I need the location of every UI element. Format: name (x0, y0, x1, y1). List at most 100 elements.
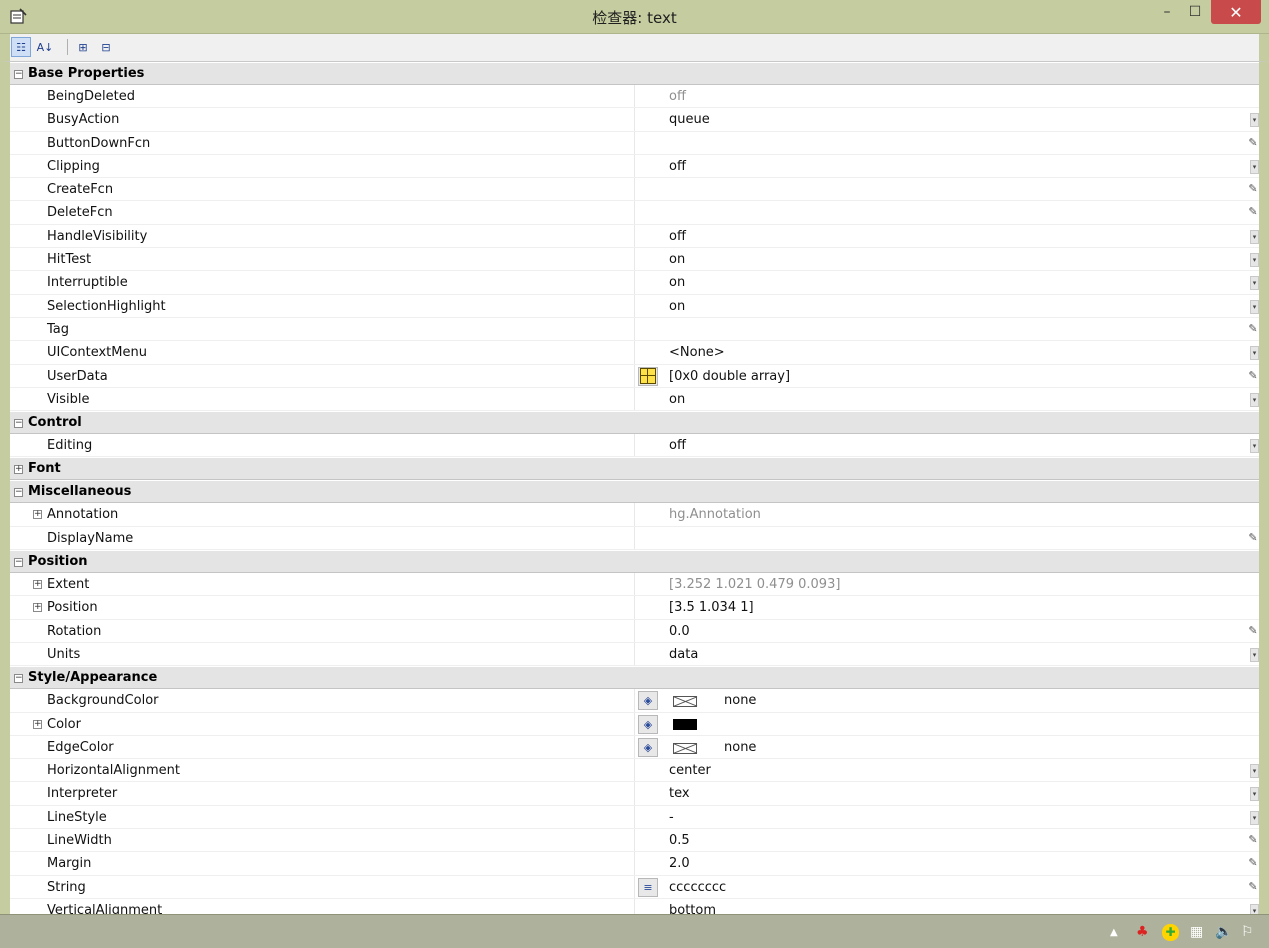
title-bar[interactable]: 检查器: text – ☐ ✕ (0, 0, 1269, 34)
property-value[interactable]: off (669, 155, 686, 178)
dropdown-arrow-icon[interactable]: ▾ (1250, 903, 1259, 914)
property-row[interactable]: DeleteFcn ✎ (10, 201, 1259, 225)
expand-icon[interactable]: + (33, 580, 42, 590)
pencil-icon[interactable]: ✎ (1247, 857, 1259, 871)
property-row[interactable]: Margin 2.0 ✎ (10, 852, 1259, 876)
property-row[interactable]: BeingDeleted off (10, 85, 1259, 109)
color-picker-button[interactable]: ◈ (638, 737, 658, 757)
collapse-icon[interactable]: − (14, 558, 23, 568)
dropdown-arrow-icon[interactable]: ▾ (1250, 113, 1259, 128)
categorized-view-button[interactable]: ☷ (11, 37, 31, 57)
category-header[interactable]: + Font (10, 457, 1259, 481)
property-row[interactable]: UIContextMenu <None> ▾ (10, 341, 1259, 365)
dropdown-arrow-icon[interactable]: ▾ (1250, 439, 1259, 454)
property-row[interactable]: BackgroundColor ◈ none (10, 689, 1259, 713)
property-value[interactable]: center (669, 759, 711, 782)
property-row[interactable]: Visible on ▾ (10, 387, 1259, 412)
dropdown-arrow-icon[interactable]: ▾ (1250, 764, 1259, 779)
property-row[interactable]: Interpreter tex ▾ (10, 782, 1259, 806)
property-value[interactable]: on (669, 388, 685, 411)
pencil-icon[interactable]: ✎ (1247, 834, 1259, 848)
property-row[interactable]: BusyAction queue ▾ (10, 108, 1259, 132)
property-row[interactable]: LineWidth 0.5 ✎ (10, 829, 1259, 853)
property-row[interactable]: EdgeColor ◈ none (10, 735, 1259, 760)
property-value[interactable]: none (724, 736, 756, 759)
dropdown-arrow-icon[interactable]: ▾ (1250, 392, 1259, 407)
property-value[interactable]: off (669, 225, 686, 248)
expand-all-button[interactable]: ⊞ (73, 37, 93, 57)
property-value[interactable]: none (724, 689, 756, 712)
property-row[interactable]: UserData [0x0 double array] ✎ (10, 364, 1259, 388)
property-row[interactable]: VerticalAlignment bottom ▾ (10, 898, 1259, 914)
dropdown-arrow-icon[interactable]: ▾ (1250, 253, 1259, 268)
property-value[interactable]: data (669, 643, 698, 666)
pencil-icon[interactable]: ✎ (1247, 322, 1259, 337)
dropdown-arrow-icon[interactable]: ▾ (1250, 299, 1259, 314)
property-value[interactable]: on (669, 248, 685, 271)
property-value[interactable]: queue (669, 108, 710, 131)
pencil-icon[interactable]: ✎ (1247, 624, 1259, 639)
property-value[interactable]: on (669, 295, 685, 318)
property-value[interactable]: 0.5 (669, 829, 690, 852)
property-value[interactable]: [3.5 1.034 1] (669, 596, 754, 619)
qq-icon[interactable]: ♣ (1136, 924, 1149, 940)
property-row[interactable]: Units data ▾ (10, 642, 1259, 667)
category-header[interactable]: − Control (10, 411, 1259, 435)
dropdown-arrow-icon[interactable]: ▾ (1250, 346, 1259, 361)
collapse-icon[interactable]: − (14, 488, 23, 498)
dropdown-arrow-icon[interactable]: ▾ (1250, 159, 1259, 174)
category-header[interactable]: − Base Properties (10, 62, 1259, 85)
expand-icon[interactable]: + (33, 719, 42, 729)
pencil-icon[interactable]: ✎ (1247, 136, 1259, 151)
close-button[interactable]: ✕ (1211, 0, 1261, 24)
pencil-icon[interactable]: ✎ (1247, 183, 1259, 197)
property-value[interactable]: [0x0 double array] (669, 365, 790, 388)
property-row[interactable]: Clipping off ▾ (10, 154, 1259, 179)
category-header[interactable]: − Miscellaneous (10, 480, 1259, 504)
property-row[interactable]: Interruptible on ▾ (10, 271, 1259, 295)
property-row[interactable]: HitTest on ▾ (10, 248, 1259, 272)
pencil-icon[interactable]: ✎ (1247, 206, 1259, 220)
property-value[interactable]: off (669, 434, 686, 457)
volume-icon[interactable]: 🔈 (1215, 924, 1232, 940)
collapse-icon[interactable]: − (14, 419, 23, 429)
pencil-icon[interactable]: ✎ (1247, 880, 1259, 895)
property-value[interactable]: tex (669, 782, 690, 805)
color-picker-button[interactable]: ◈ (638, 714, 658, 734)
pencil-icon[interactable]: ✎ (1247, 369, 1259, 384)
expand-icon[interactable]: + (33, 510, 42, 520)
expand-icon[interactable]: + (33, 603, 42, 613)
minimize-button[interactable]: – (1155, 0, 1179, 24)
property-row[interactable]: Tag ✎ (10, 317, 1259, 342)
expand-icon[interactable]: + (14, 465, 23, 475)
property-row[interactable]: + Position [3.5 1.034 1] (10, 596, 1259, 620)
property-value[interactable]: 0.0 (669, 620, 690, 643)
dropdown-arrow-icon[interactable]: ▾ (1250, 810, 1259, 825)
array-editor-button[interactable] (638, 366, 658, 386)
action-center-icon[interactable]: ⚐ (1241, 924, 1254, 940)
property-value[interactable]: cccccccc (669, 876, 726, 899)
pencil-icon[interactable]: ✎ (1247, 531, 1259, 546)
property-row[interactable]: String ≡ cccccccc ✎ (10, 875, 1259, 899)
alphabetical-sort-button[interactable]: A↓ (35, 37, 55, 57)
category-header[interactable]: − Position (10, 550, 1259, 574)
update-icon[interactable]: ✚ (1162, 924, 1179, 941)
show-hidden-icons-icon[interactable]: ▲ (1110, 927, 1118, 938)
property-row[interactable]: SelectionHighlight on ▾ (10, 294, 1259, 318)
property-row[interactable]: LineStyle - ▾ (10, 805, 1259, 830)
property-row[interactable]: + Extent [3.252 1.021 0.479 0.093] (10, 573, 1259, 597)
collapse-icon[interactable]: − (14, 70, 23, 79)
text-editor-button[interactable]: ≡ (638, 877, 658, 897)
dropdown-arrow-icon[interactable]: ▾ (1250, 647, 1259, 662)
category-header[interactable]: − Style/Appearance (10, 666, 1259, 690)
color-picker-button[interactable]: ◈ (638, 691, 658, 711)
property-row[interactable]: + Color ◈ (10, 712, 1259, 736)
property-row[interactable]: CreateFcn ✎ (10, 178, 1259, 202)
collapse-all-button[interactable]: ⊟ (96, 37, 116, 57)
property-row[interactable]: HorizontalAlignment center ▾ (10, 759, 1259, 783)
property-value[interactable]: on (669, 271, 685, 294)
property-value[interactable]: <None> (669, 341, 725, 364)
dropdown-arrow-icon[interactable]: ▾ (1250, 229, 1259, 244)
property-row[interactable]: DisplayName ✎ (10, 526, 1259, 551)
dropdown-arrow-icon[interactable]: ▾ (1250, 276, 1259, 291)
